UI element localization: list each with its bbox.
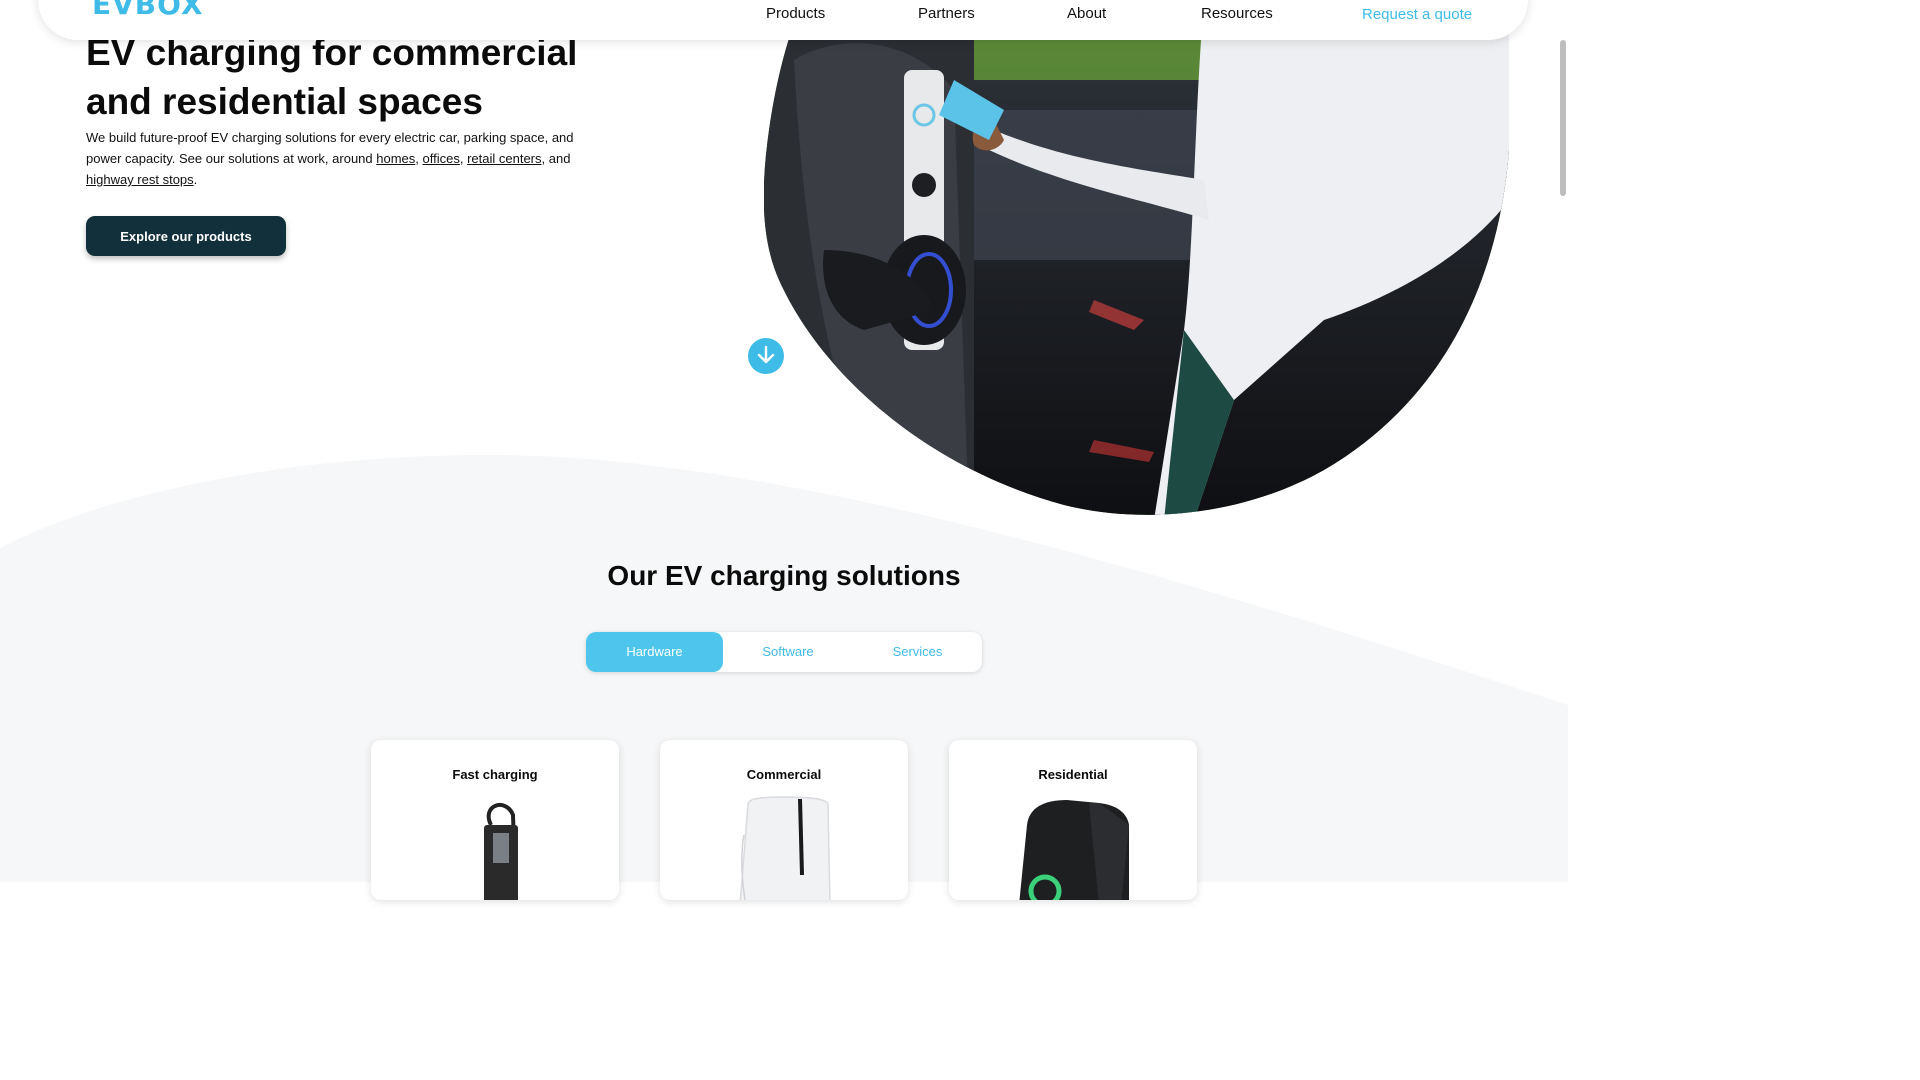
card-fast-charging[interactable]: Fast charging bbox=[371, 740, 619, 900]
offices-link[interactable]: offices bbox=[423, 151, 460, 166]
card-commercial[interactable]: Commercial bbox=[660, 740, 908, 900]
page-scrollbar[interactable] bbox=[1560, 40, 1566, 196]
separator: , and bbox=[541, 151, 571, 166]
separator: , bbox=[415, 151, 423, 166]
card-title: Fast charging bbox=[452, 767, 538, 782]
homes-link[interactable]: homes bbox=[376, 151, 415, 166]
evbox-logo[interactable]: EVBOX bbox=[92, 0, 204, 21]
card-title: Commercial bbox=[746, 767, 822, 782]
hero-photo-ev-charger bbox=[764, 0, 1509, 515]
retail-centers-link[interactable]: retail centers bbox=[467, 151, 541, 166]
nav-products[interactable]: Products bbox=[766, 5, 825, 22]
highway-rest-stops-link[interactable]: highway rest stops bbox=[86, 172, 194, 187]
commercial-charger-image bbox=[739, 796, 831, 900]
hero-desc-end: . bbox=[193, 172, 198, 187]
hero-title: EV charging for commercial and residenti… bbox=[86, 32, 578, 122]
nav-partners[interactable]: Partners bbox=[918, 5, 975, 22]
hero-description: We build future-proof EV charging soluti… bbox=[86, 127, 596, 190]
separator: , bbox=[459, 151, 468, 166]
card-residential[interactable]: Residential bbox=[949, 740, 1197, 900]
arrow-down-circle-icon bbox=[757, 345, 775, 364]
request-quote-link[interactable]: Request a quote bbox=[1362, 6, 1472, 23]
card-title: Residential bbox=[1038, 767, 1108, 782]
solutions-title: Our EV charging solutions bbox=[607, 560, 961, 591]
nav-about[interactable]: About bbox=[1067, 5, 1106, 22]
scroll-down-button[interactable] bbox=[748, 338, 784, 374]
solutions-tabs: Hardware Software Services bbox=[586, 632, 982, 672]
tab-services[interactable]: Services bbox=[853, 632, 982, 672]
tab-hardware[interactable]: Hardware bbox=[586, 632, 723, 672]
residential-charger-image bbox=[1019, 800, 1129, 900]
tab-software[interactable]: Software bbox=[723, 632, 853, 672]
explore-products-button[interactable]: Explore our products bbox=[86, 216, 286, 256]
logo-text: EVBOX bbox=[92, 0, 204, 21]
nav-resources[interactable]: Resources bbox=[1201, 5, 1273, 22]
fast-charger-image bbox=[484, 803, 518, 900]
